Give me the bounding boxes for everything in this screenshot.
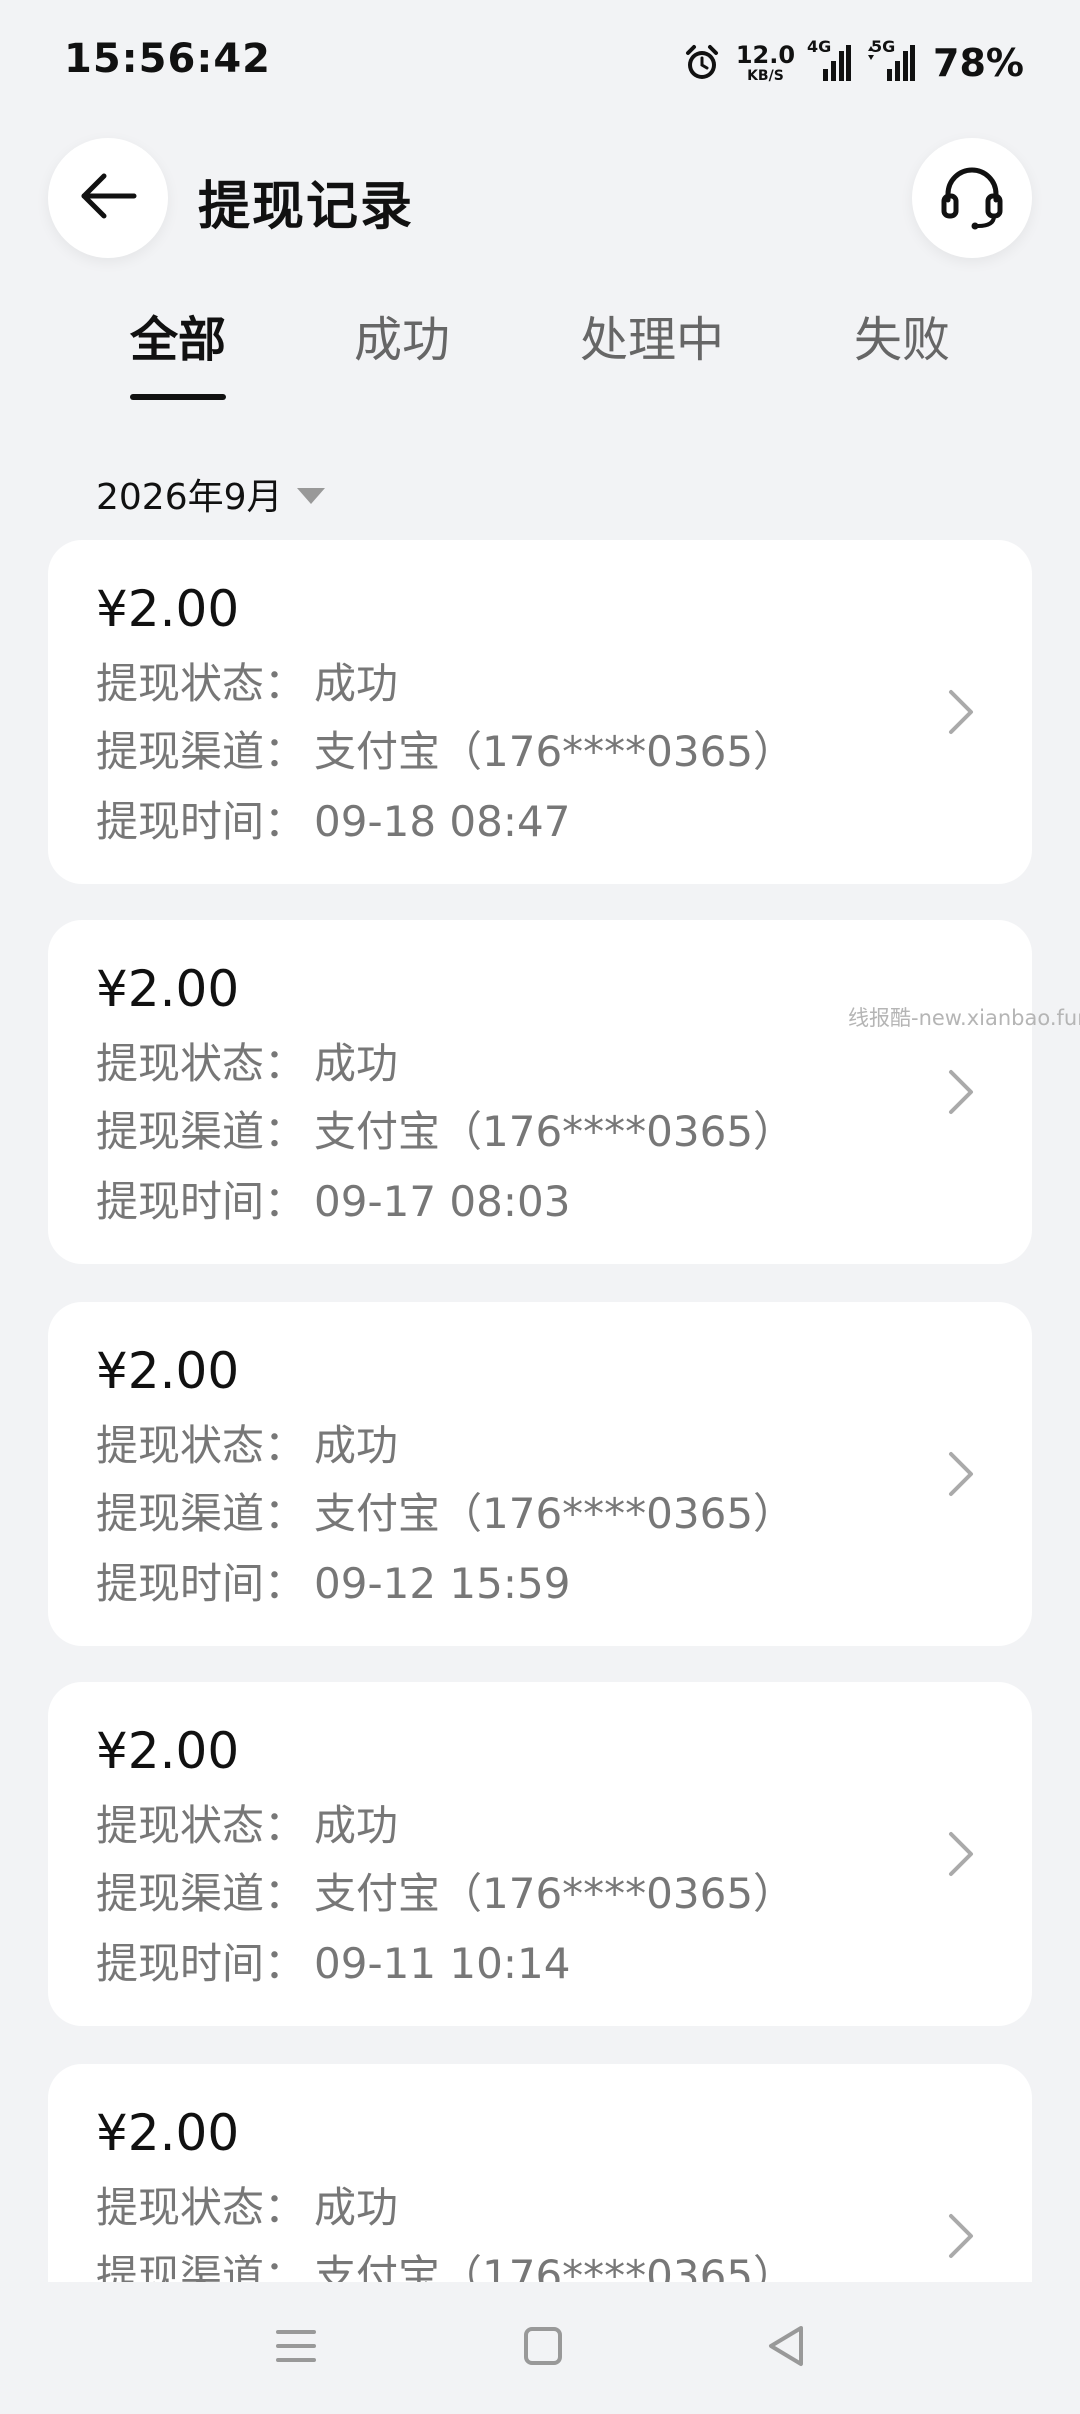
tab-success[interactable]: 成功	[354, 300, 450, 370]
back-button[interactable]	[48, 138, 168, 258]
record-channel: 支付宝（176****0365）	[314, 727, 796, 776]
withdraw-record-list[interactable]: ¥2.00 提现状态： 成功 提现渠道： 支付宝（176****0365） 提现时间…	[0, 540, 1080, 2282]
record-status-label: 提现状态：	[96, 2183, 307, 2232]
record-time: 09-12 15:59	[314, 1559, 571, 1608]
record-channel-label: 提现渠道：	[96, 2251, 307, 2282]
month-filter[interactable]: 2026年9月	[96, 468, 325, 520]
record-channel-label: 提现渠道：	[96, 1869, 307, 1918]
record-time: 09-11 10:14	[314, 1939, 571, 1988]
record-status-label: 提现状态：	[96, 1039, 307, 1088]
record-channel-row: 提现渠道： 支付宝（176****0365）	[96, 2242, 795, 2282]
system-nav-bar	[0, 2282, 1080, 2414]
header: 提现记录	[0, 138, 1080, 258]
record-status: 成功	[314, 2183, 399, 2232]
month-filter-label: 2026年9月	[96, 477, 283, 518]
signal-5g-tag: 5G	[871, 37, 896, 56]
status-bar: 15:56:42 12.0 KB/S 4G 5G 78%	[0, 0, 1080, 126]
arrow-left-icon	[76, 164, 140, 232]
back-triangle-icon	[765, 2324, 807, 2372]
alarm-clock-icon	[682, 43, 722, 83]
record-amount: ¥2.00	[96, 1722, 240, 1780]
nav-back-button[interactable]	[748, 2310, 824, 2386]
record-channel-row: 提现渠道： 支付宝（176****0365）	[96, 718, 795, 779]
record-time: 09-17 08:03	[314, 1177, 571, 1226]
record-time-label: 提现时间：	[96, 797, 307, 846]
withdraw-record-card[interactable]: ¥2.00 提现状态： 成功 提现渠道： 支付宝（176****0365） 提现时间…	[48, 540, 1032, 884]
headset-icon	[938, 162, 1006, 234]
page-title: 提现记录	[198, 177, 415, 237]
record-channel: 支付宝（176****0365）	[314, 1107, 796, 1156]
customer-service-button[interactable]	[912, 138, 1032, 258]
record-status-label: 提现状态：	[96, 659, 307, 708]
record-amount: ¥2.00	[96, 960, 240, 1018]
chevron-right-icon	[932, 2208, 988, 2264]
watermark-text: 线报酷-new.xianbao.fun	[848, 1006, 1080, 1030]
signal-4g: 4G	[807, 37, 852, 83]
record-amount: ¥2.00	[96, 1342, 240, 1400]
record-status-row: 提现状态： 成功	[96, 1792, 398, 1853]
record-time-label: 提现时间：	[96, 1177, 307, 1226]
record-amount: ¥2.00	[96, 2104, 240, 2162]
record-status-label: 提现状态：	[96, 1801, 307, 1850]
record-time-row: 提现时间： 09-11 10:14	[96, 1930, 570, 1991]
record-channel: 支付宝（176****0365）	[314, 1869, 796, 1918]
status-icons: 12.0 KB/S 4G 5G 78%	[682, 37, 1024, 88]
record-time: 09-18 08:47	[314, 797, 571, 846]
record-time-row: 提现时间： 09-12 15:59	[96, 1550, 570, 1611]
chevron-right-icon	[932, 1826, 988, 1882]
tab-failed[interactable]: 失败	[854, 300, 950, 370]
menu-icon	[274, 2326, 318, 2370]
caret-down-icon	[296, 488, 325, 504]
record-status-row: 提现状态： 成功	[96, 650, 398, 711]
chevron-right-icon	[932, 684, 988, 740]
record-status: 成功	[314, 1039, 399, 1088]
network-speed-value: 12.0	[735, 41, 796, 69]
status-tabs: 全部 成功 处理中 失败	[0, 300, 1080, 400]
withdraw-record-card[interactable]: ¥2.00 提现状态： 成功 提现渠道： 支付宝（176****0365） 提现时间…	[48, 1302, 1032, 1646]
tab-all[interactable]: 全部	[129, 300, 227, 400]
nav-menu-button[interactable]	[258, 2310, 334, 2386]
record-channel-label: 提现渠道：	[96, 1489, 307, 1538]
nav-home-button[interactable]	[505, 2310, 581, 2386]
network-speed-unit: KB/S	[747, 68, 784, 84]
record-time-label: 提现时间：	[96, 1559, 307, 1608]
record-time-row: 提现时间： 09-17 08:03	[96, 1168, 570, 1229]
record-status-row: 提现状态： 成功	[96, 1412, 398, 1473]
status-time: 15:56:42	[64, 36, 271, 82]
record-status: 成功	[314, 1801, 399, 1850]
record-status-row: 提现状态： 成功	[96, 1030, 398, 1091]
record-channel-row: 提现渠道： 支付宝（176****0365）	[96, 1480, 795, 1541]
record-time-row: 提现时间： 09-18 08:47	[96, 788, 570, 849]
record-channel-label: 提现渠道：	[96, 1107, 307, 1156]
signal-5g: 5G	[865, 37, 916, 83]
record-status: 成功	[314, 659, 399, 708]
network-speed: 12.0 KB/S	[736, 43, 795, 83]
withdraw-record-card[interactable]: ¥2.00 提现状态： 成功 提现渠道： 支付宝（176****0365）	[48, 2064, 1032, 2282]
record-time-label: 提现时间：	[96, 1939, 307, 1988]
record-channel-row: 提现渠道： 支付宝（176****0365）	[96, 1098, 795, 1159]
record-channel: 支付宝（176****0365）	[314, 1489, 796, 1538]
battery-level: 78%	[933, 41, 1024, 85]
chevron-right-icon	[932, 1446, 988, 1502]
record-channel: 支付宝（176****0365）	[314, 2251, 796, 2282]
record-status-label: 提现状态：	[96, 1421, 307, 1470]
record-status: 成功	[314, 1421, 399, 1470]
signal-4g-tag: 4G	[807, 37, 832, 56]
chevron-right-icon	[932, 1064, 988, 1120]
withdraw-record-card[interactable]: ¥2.00 提现状态： 成功 提现渠道： 支付宝（176****0365） 提现时间…	[48, 1682, 1032, 2026]
tab-processing[interactable]: 处理中	[580, 300, 724, 370]
home-square-icon	[522, 2325, 564, 2371]
withdraw-record-card[interactable]: ¥2.00 提现状态： 成功 提现渠道： 支付宝（176****0365） 提现时间…	[48, 920, 1032, 1264]
record-channel-label: 提现渠道：	[96, 727, 307, 776]
record-status-row: 提现状态： 成功	[96, 2174, 398, 2235]
record-amount: ¥2.00	[96, 580, 240, 638]
record-channel-row: 提现渠道： 支付宝（176****0365）	[96, 1860, 795, 1921]
